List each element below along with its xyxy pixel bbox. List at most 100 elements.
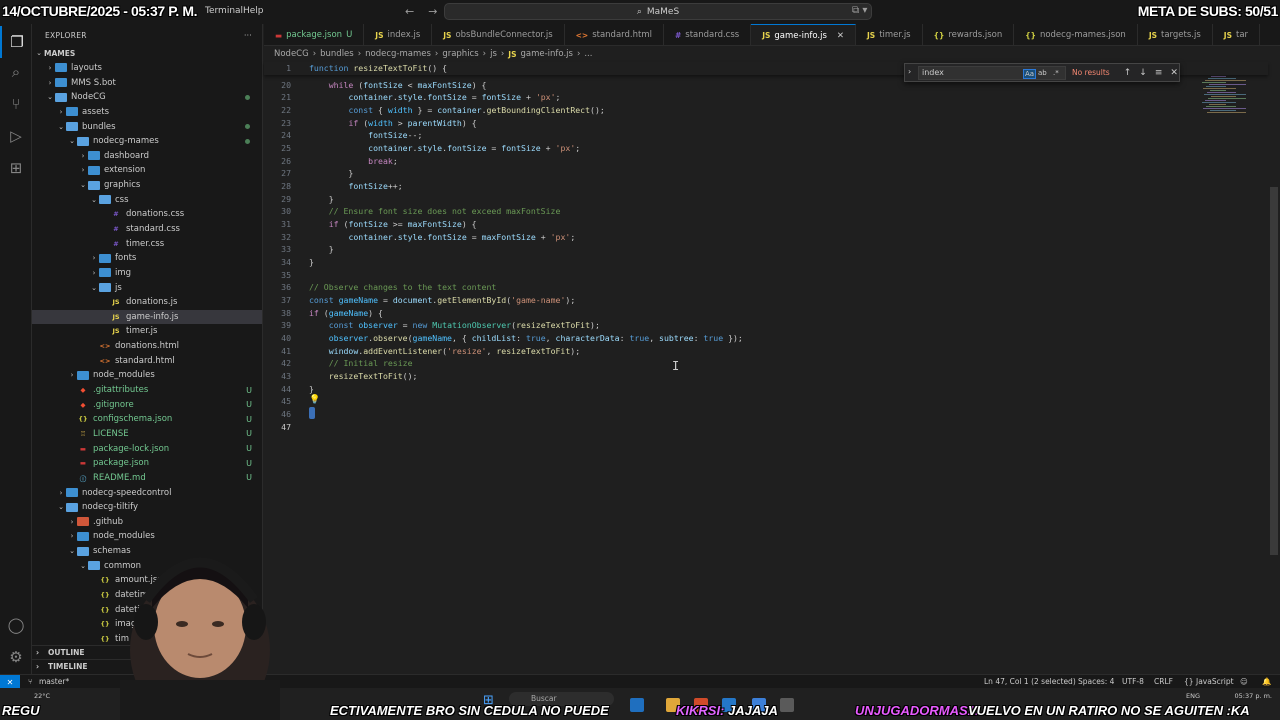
tree-item[interactable]: ⓘ README.md U bbox=[32, 471, 262, 486]
breadcrumb-item[interactable]: game-info.js bbox=[520, 49, 572, 59]
tree-item[interactable]: # standard.css bbox=[32, 222, 262, 237]
end-of-line[interactable]: CRLF bbox=[1154, 677, 1173, 686]
tree-item[interactable]: › assets bbox=[32, 105, 262, 120]
more-actions-icon[interactable]: ··· bbox=[244, 31, 252, 40]
code-token: if bbox=[348, 117, 359, 128]
scrollbar-thumb[interactable] bbox=[1270, 187, 1278, 555]
code-editor[interactable]: 1 function resizeTextToFit() { 20 while … bbox=[264, 62, 1268, 674]
extensions-icon[interactable]: ⊞ bbox=[0, 152, 32, 184]
source-control-icon[interactable]: ⑂ bbox=[0, 88, 32, 120]
remote-icon[interactable]: ✕ bbox=[0, 675, 20, 689]
tab-package-json[interactable]: ▬ package.json U bbox=[264, 24, 365, 45]
indentation[interactable]: Spaces: 4 bbox=[1078, 677, 1114, 686]
tree-item[interactable]: ⌄ graphics bbox=[32, 178, 262, 193]
tree-item[interactable]: ⌄ nodecg-mames bbox=[32, 134, 262, 149]
tree-item[interactable]: › dashboard bbox=[32, 148, 262, 163]
tree-item[interactable]: JS timer.js bbox=[32, 324, 262, 339]
breadcrumb-item[interactable]: NodeCG bbox=[274, 49, 309, 59]
tree-item[interactable]: ⌄ bundles bbox=[32, 119, 262, 134]
tab-standard-html[interactable]: <> standard.html bbox=[565, 24, 664, 45]
code-token: } = bbox=[412, 105, 438, 116]
command-center[interactable]: ⌕ MaMeS bbox=[444, 3, 872, 20]
tree-item[interactable]: ♖ LICENSE U bbox=[32, 427, 262, 442]
encoding[interactable]: UTF-8 bbox=[1122, 677, 1144, 686]
tree-item[interactable]: {} configschema.json U bbox=[32, 412, 262, 427]
toggle-replace-icon[interactable]: › bbox=[908, 67, 911, 76]
regex-toggle[interactable]: .* bbox=[1053, 69, 1059, 77]
tab-targets-js[interactable]: JS targets.js bbox=[1138, 24, 1213, 45]
arrow-down-icon[interactable]: ↓ bbox=[1139, 68, 1147, 78]
tree-item[interactable]: # timer.css bbox=[32, 236, 262, 251]
tray-clock[interactable]: 05:37 p. m. bbox=[1222, 692, 1272, 701]
weather-widget[interactable]: 22°C bbox=[34, 692, 50, 700]
search-icon[interactable]: ⌕ bbox=[0, 56, 32, 88]
forward-arrow-icon[interactable]: → bbox=[428, 5, 437, 18]
tree-item[interactable]: JS donations.js bbox=[32, 295, 262, 310]
tree-item-label: standard.css bbox=[126, 224, 180, 234]
tab-game-info-js[interactable]: JS game-info.js ✕ bbox=[751, 24, 856, 45]
branch-label[interactable]: master* bbox=[39, 677, 69, 686]
tab-obsbundleconnector-js[interactable]: JS obsBundleConnector.js bbox=[432, 24, 565, 45]
braces-icon: {} bbox=[1184, 677, 1194, 686]
tree-item[interactable]: ⌄ nodecg-tiltify bbox=[32, 500, 262, 515]
ticker-message: ECTIVAMENTE BRO SIN CEDULA NO PUEDE bbox=[330, 703, 609, 718]
tree-item[interactable]: JS game-info.js bbox=[32, 309, 262, 325]
tab-rewards-json[interactable]: {} rewards.json bbox=[923, 24, 1015, 45]
lightbulb-icon[interactable]: 💡 bbox=[309, 395, 320, 405]
menu-help[interactable]: Help bbox=[237, 6, 270, 16]
run-debug-icon[interactable]: ▷ bbox=[0, 120, 32, 152]
tray-language[interactable]: ENG bbox=[1186, 692, 1200, 701]
tree-item[interactable]: <> standard.html bbox=[32, 353, 262, 368]
tab-timer-js[interactable]: JS timer.js bbox=[856, 24, 923, 45]
cursor-position[interactable]: Ln 47, Col 1 (2 selected) bbox=[984, 677, 1076, 686]
tree-item[interactable]: ▬ package.json U bbox=[32, 456, 262, 471]
settings-gear-icon[interactable]: ⚙ bbox=[0, 641, 32, 673]
find-in-selection-icon[interactable]: ≡ bbox=[1155, 68, 1163, 78]
tree-item[interactable]: › node_modules bbox=[32, 368, 262, 383]
arrow-up-icon[interactable]: ↑ bbox=[1124, 68, 1132, 78]
tree-item[interactable]: ⌄ NodeCG bbox=[32, 90, 262, 105]
tree-item[interactable]: › .github bbox=[32, 515, 262, 530]
close-icon[interactable]: ✕ bbox=[1170, 68, 1178, 78]
tree-item[interactable]: # donations.css bbox=[32, 207, 262, 222]
tree-item[interactable]: <> donations.html bbox=[32, 339, 262, 354]
breadcrumb-separator: › bbox=[434, 49, 439, 59]
code-token: if bbox=[309, 307, 319, 318]
tree-item[interactable]: ⌄ js bbox=[32, 280, 262, 295]
language-mode[interactable]: JavaScript bbox=[1196, 677, 1234, 686]
match-case-toggle[interactable]: Aa bbox=[1023, 68, 1037, 79]
tree-item[interactable]: ⌄ css bbox=[32, 192, 262, 207]
tree-item[interactable]: › layouts bbox=[32, 61, 262, 76]
close-icon[interactable]: ✕ bbox=[837, 31, 844, 41]
breadcrumb-item[interactable]: nodecg-mames bbox=[365, 49, 431, 59]
back-arrow-icon[interactable]: ← bbox=[405, 5, 414, 18]
tree-item[interactable]: › fonts bbox=[32, 251, 262, 266]
breadcrumb-item[interactable]: graphics bbox=[442, 49, 478, 59]
breadcrumb-item[interactable]: js bbox=[490, 49, 497, 59]
copilot-status-icon[interactable]: ☺ bbox=[1240, 677, 1248, 686]
tree-item[interactable]: ▬ package-lock.json U bbox=[32, 441, 262, 456]
vertical-scrollbar[interactable] bbox=[1268, 62, 1280, 674]
tab-tar[interactable]: JS tar bbox=[1213, 24, 1261, 45]
account-icon[interactable]: ◯ bbox=[0, 609, 32, 641]
breadcrumb-item[interactable]: bundles bbox=[320, 49, 354, 59]
tab-standard-css[interactable]: # standard.css bbox=[664, 24, 752, 45]
tree-item[interactable]: ◆ .gitignore U bbox=[32, 397, 262, 412]
line-number: 1 bbox=[286, 63, 291, 74]
tree-item[interactable]: ◆ .gitattributes U bbox=[32, 383, 262, 398]
code-line: 37 const gameName = document.getElementBy… bbox=[264, 294, 575, 307]
tree-item[interactable]: › img bbox=[32, 266, 262, 281]
tree-item[interactable]: › extension bbox=[32, 163, 262, 178]
line-number: 31 bbox=[281, 219, 291, 230]
explorer-icon[interactable]: ❐ bbox=[0, 26, 32, 58]
tab-nodecg-mames-json[interactable]: {} nodecg-mames.json bbox=[1014, 24, 1138, 45]
copilot-icon[interactable]: ⧉ ▾ bbox=[852, 5, 867, 16]
find-input[interactable]: index Aa ab .* bbox=[918, 65, 1066, 80]
tab-index-js[interactable]: JS index.js bbox=[364, 24, 433, 45]
tree-item[interactable]: › MMS S.bot bbox=[32, 75, 262, 90]
tree-item[interactable]: › nodecg-speedcontrol bbox=[32, 485, 262, 500]
notifications-bell-icon[interactable]: 🔔 bbox=[1262, 677, 1271, 686]
workspace-root[interactable]: ⌄ MAMES bbox=[32, 46, 262, 61]
whole-word-toggle[interactable]: ab bbox=[1038, 69, 1047, 77]
breadcrumb-item[interactable]: ... bbox=[584, 49, 592, 59]
